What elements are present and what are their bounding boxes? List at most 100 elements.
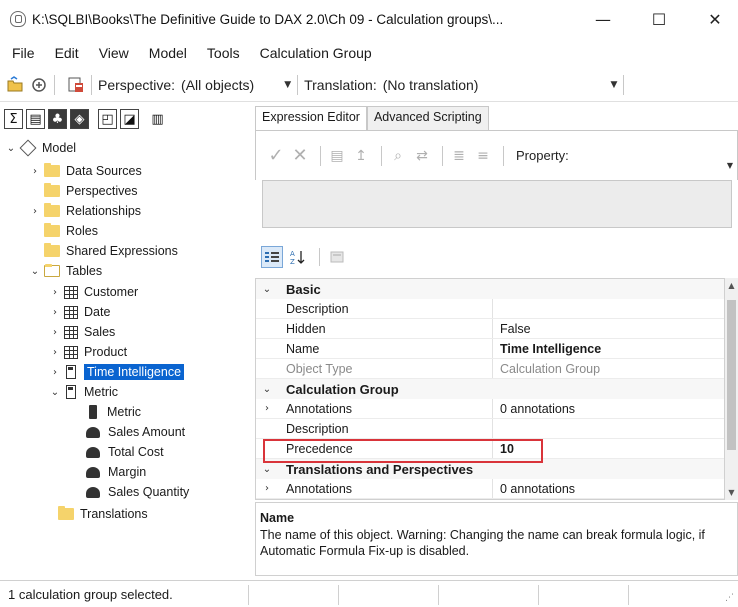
chevron-right-icon[interactable]: › [50,327,60,338]
scrollbar-thumb[interactable] [727,300,736,450]
tree-node-sales-amount[interactable]: Sales Amount [86,422,185,442]
tab-expression-editor[interactable]: Expression Editor [255,106,367,130]
minimize-button[interactable]: — [580,0,626,38]
chevron-right-icon[interactable]: › [50,347,60,358]
toolbar-separator [319,248,320,266]
chevron-down-icon[interactable]: ⌄ [30,266,40,277]
chevron-down-icon[interactable]: ⌄ [256,379,278,399]
chevron-right-icon[interactable]: › [256,479,278,499]
maximize-button[interactable]: ☐ [636,0,682,38]
chevron-right-icon[interactable]: › [50,287,60,298]
menu-calculation-group[interactable]: Calculation Group [250,45,382,61]
search-icon[interactable]: ⌕ [388,145,408,167]
tree-node-customer[interactable]: › Customer [50,282,138,302]
format-icon[interactable]: ↥ [351,145,371,167]
close-button[interactable]: ✕ [692,0,738,38]
replace-icon[interactable]: ⇄ [412,145,432,167]
chevron-right-icon[interactable]: › [50,367,60,378]
tree-node-product[interactable]: › Product [50,342,127,362]
tree-node-model[interactable]: ⌄ Model [6,138,76,158]
hidden-objects-icon[interactable]: ◰ [98,109,117,129]
tree-label: Translations [80,507,148,521]
tree-node-metric[interactable]: ⌄ Metric [50,382,118,402]
property-row-annotations[interactable]: › Annotations 0 annotations [256,479,724,499]
tree-node-tables[interactable]: ⌄ Tables [30,261,102,281]
chevron-down-icon[interactable]: ⌄ [256,279,278,299]
property-value[interactable]: 0 annotations [496,482,575,496]
category-basic[interactable]: ⌄ Basic [256,279,724,299]
tree-node-time-intelligence[interactable]: › Time Intelligence [50,362,185,382]
property-row-description[interactable]: Description [256,419,724,439]
tree-node-total-cost[interactable]: Total Cost [86,442,164,462]
chevron-down-icon[interactable]: ⌄ [6,143,16,154]
comment-icon[interactable]: ▤ [327,145,347,167]
tree-node-shared-expressions[interactable]: Shared Expressions [44,241,178,261]
cancel-icon[interactable]: ✕ [290,145,310,167]
tree-node-sales[interactable]: › Sales [50,322,115,342]
tree-node-sales-quantity[interactable]: Sales Quantity [86,482,189,502]
property-row-hidden[interactable]: Hidden False [256,319,724,339]
property-grid-scrollbar[interactable]: ▲ ▼ [725,278,738,500]
description-title: Name [260,511,295,525]
chevron-right-icon[interactable]: › [30,206,40,217]
scroll-down-icon[interactable]: ▼ [725,488,738,497]
measure-icon[interactable]: ◈ [70,109,89,129]
tree-node-roles[interactable]: Roles [44,221,98,241]
property-row-annotations[interactable]: › Annotations 0 annotations [256,399,724,419]
tree-node-translations[interactable]: Translations [58,504,148,524]
chevron-right-icon[interactable]: › [30,166,40,177]
menu-view[interactable]: View [89,45,139,61]
translation-combo[interactable]: Translation: (No translation) ▼ [304,77,617,93]
menu-edit[interactable]: Edit [45,45,89,61]
resize-grip-icon[interactable]: ⋰ [725,593,734,603]
chevron-down-icon[interactable]: ⌄ [50,387,60,398]
tree-node-relationships[interactable]: › Relationships [30,201,141,221]
sort-alphabetical-icon[interactable]: AZ [287,246,309,268]
menu-file[interactable]: File [0,45,45,61]
deploy-icon[interactable] [30,76,48,94]
menu-model[interactable]: Model [139,45,197,61]
tree-node-margin[interactable]: Margin [86,462,146,482]
tree-node-perspectives[interactable]: Perspectives [44,181,138,201]
chevron-right-icon[interactable]: › [256,399,278,419]
perspective-label: Perspective: [98,76,176,93]
expression-editor-input[interactable] [262,180,732,228]
property-name: Annotations [286,481,353,496]
chevron-down-icon[interactable]: ▼ [284,80,291,90]
open-folder-icon[interactable] [6,75,24,94]
chevron-down-icon[interactable]: ▼ [727,161,733,170]
property-name: Hidden [286,321,326,336]
category-label: Basic [286,281,321,297]
property-value[interactable]: False [496,322,531,336]
tree-node-metric-column[interactable]: Metric [86,402,141,422]
property-row-object-type[interactable]: Object Type Calculation Group [256,359,724,379]
property-row-description[interactable]: Description [256,299,724,319]
chevron-down-icon[interactable]: ▼ [610,80,617,90]
sigma-icon[interactable]: Σ [4,109,23,129]
accept-icon[interactable]: ✓ [266,145,286,167]
menu-tools[interactable]: Tools [197,45,250,61]
hierarchy-icon[interactable]: ♣ [48,109,67,129]
tab-advanced-scripting[interactable]: Advanced Scripting [366,106,489,130]
categorized-icon[interactable] [261,246,283,268]
columns-icon[interactable]: ▤ [26,109,45,129]
property-value[interactable]: 0 annotations [496,402,575,416]
scroll-up-icon[interactable]: ▲ [725,281,738,290]
property-row-name[interactable]: Name Time Intelligence [256,339,724,359]
status-cell [538,585,539,605]
save-icon[interactable] [67,76,85,94]
tree-node-data-sources[interactable]: › Data Sources [30,161,142,181]
property-pages-icon[interactable] [326,246,348,268]
indent-icon[interactable]: ≣ [449,145,469,167]
tree-node-date[interactable]: › Date [50,302,110,322]
filter-icon[interactable]: ◪ [120,109,139,129]
property-name: Description [286,301,349,316]
category-calculation-group[interactable]: ⌄ Calculation Group [256,379,724,399]
chevron-right-icon[interactable]: › [50,307,60,318]
panel-icon[interactable]: ▥ [148,109,167,129]
property-value[interactable]: Time Intelligence [496,342,601,356]
description-panel: Name The name of this object. Warning: C… [255,502,738,576]
outdent-icon[interactable]: ≡ [473,145,493,167]
perspective-combo[interactable]: Perspective: (All objects) ▼ [98,77,291,93]
model-tree: ⌄ Model › Data Sources Perspectives › Re… [0,134,247,574]
